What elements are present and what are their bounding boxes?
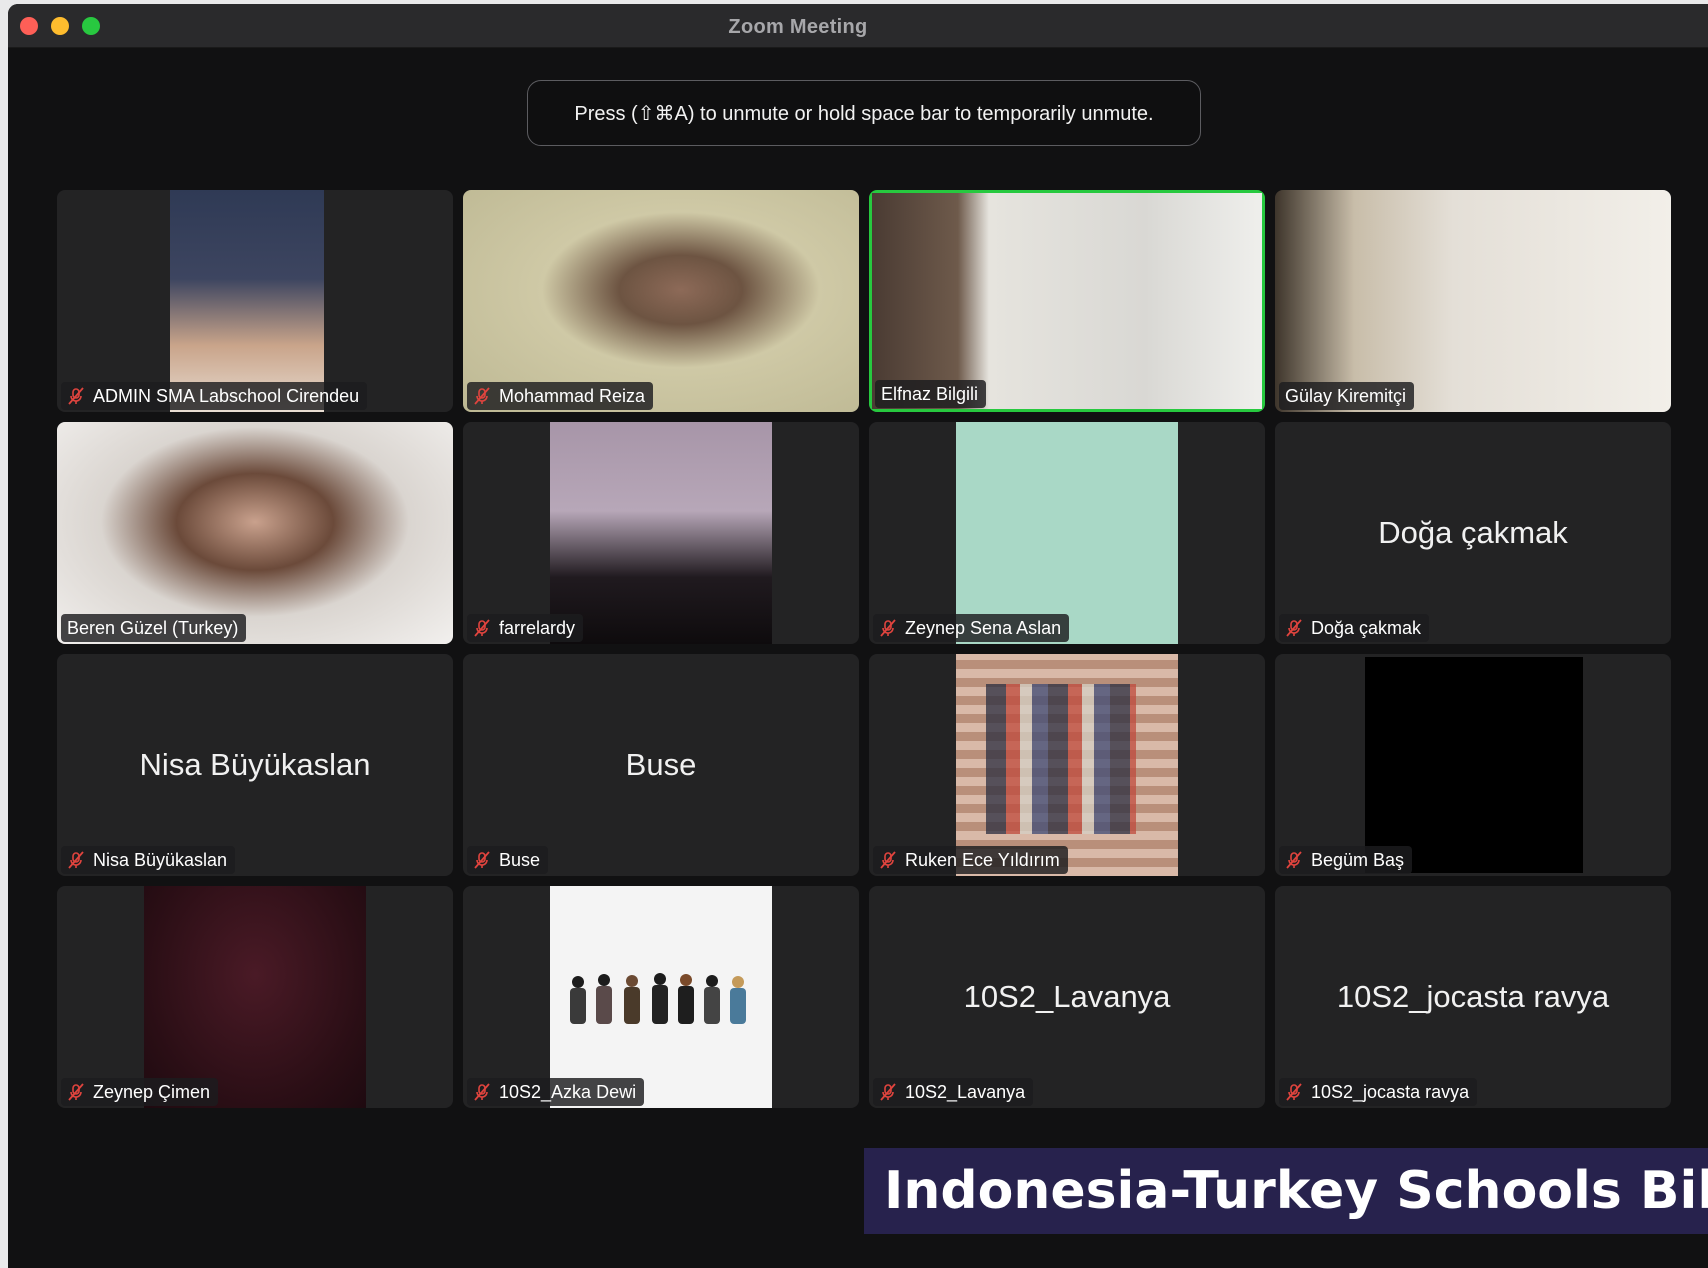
participant-name-tag: Mohammad Reiza (467, 382, 654, 410)
participant-name: Doğa çakmak (1311, 617, 1422, 638)
participant-tile[interactable]: 10S2_jocasta ravya 10S2_jocasta ravya (1275, 886, 1671, 1108)
participant-tile[interactable]: Zeynep Çimen (57, 886, 453, 1108)
participant-display-name: Nisa Büyükaslan (139, 747, 371, 782)
participant-name: Zeynep Sena Aslan (905, 617, 1062, 638)
participant-name-tag: 10S2_jocasta ravya (1279, 1078, 1478, 1106)
participant-name-tag: Elfnaz Bilgili (875, 380, 987, 408)
participant-tile-active-speaker[interactable]: Elfnaz Bilgili (869, 190, 1265, 412)
participant-name: Elfnaz Bilgili (881, 383, 979, 404)
participant-video (170, 190, 324, 412)
participant-tile[interactable]: ADMIN SMA Labschool Cirendeu (57, 190, 453, 412)
muted-mic-icon (68, 851, 84, 869)
muted-mic-icon (880, 851, 896, 869)
participant-name-tag: 10S2_Lavanya (873, 1078, 1034, 1106)
participant-display-name: 10S2_jocasta ravya (1336, 979, 1610, 1014)
participant-name: Gülay Kiremitçi (1285, 385, 1407, 406)
participant-name-tag: Zeynep Sena Aslan (873, 614, 1070, 642)
unmute-hint-toast: Press (⇧⌘A) to unmute or hold space bar … (527, 80, 1201, 146)
participant-name-tag: Doğa çakmak (1279, 614, 1430, 642)
muted-mic-icon (880, 1083, 896, 1101)
participant-video (144, 886, 366, 1108)
participant-tile[interactable]: Beren Güzel (Turkey) (57, 422, 453, 644)
participant-name: Nisa Büyükaslan (93, 849, 228, 870)
muted-mic-icon (1286, 851, 1302, 869)
participant-video (956, 654, 1178, 876)
participant-name-tag: Buse (467, 846, 549, 874)
participant-name-tag: Nisa Büyükaslan (61, 846, 236, 874)
muted-mic-icon (474, 851, 490, 869)
participant-name: 10S2_jocasta ravya (1311, 1081, 1470, 1102)
participant-name: farrelardy (499, 617, 576, 638)
participant-name: Buse (499, 849, 541, 870)
participant-tile[interactable]: Ruken Ece Yıldırım (869, 654, 1265, 876)
participant-tile[interactable]: 10S2_Azka Dewi (463, 886, 859, 1108)
participant-tile[interactable]: Nisa Büyükaslan Nisa Büyükaslan (57, 654, 453, 876)
participant-video (57, 422, 453, 644)
participant-name-tag: Ruken Ece Yıldırım (873, 846, 1068, 874)
participant-tile[interactable]: Begüm Baş (1275, 654, 1671, 876)
muted-mic-icon (68, 387, 84, 405)
muted-mic-icon (1286, 619, 1302, 637)
participant-name: Ruken Ece Yıldırım (905, 849, 1060, 870)
participant-name: Begüm Baş (1311, 849, 1405, 870)
participant-display-name: Buse (625, 747, 697, 782)
participant-tile[interactable]: Zeynep Sena Aslan (869, 422, 1265, 644)
participant-name: ADMIN SMA Labschool Cirendeu (93, 385, 360, 406)
window-title: Zoom Meeting (728, 16, 868, 38)
muted-mic-icon (1286, 1083, 1302, 1101)
participant-display-name: Doğa çakmak (1378, 515, 1568, 550)
participant-video (956, 422, 1178, 644)
muted-mic-icon (880, 619, 896, 637)
participant-name-tag: Beren Güzel (Turkey) (61, 614, 247, 642)
participant-tile[interactable]: Gülay Kiremitçi (1275, 190, 1671, 412)
participant-video (550, 422, 772, 644)
participant-name-tag: farrelardy (467, 614, 584, 642)
participant-video (1365, 657, 1583, 873)
muted-mic-icon (68, 1083, 84, 1101)
participant-name: 10S2_Azka Dewi (499, 1081, 637, 1102)
participant-name-tag: 10S2_Azka Dewi (467, 1078, 645, 1106)
participant-name: Beren Güzel (Turkey) (67, 617, 239, 638)
participant-video (550, 886, 772, 1108)
participant-tile[interactable]: Doğa çakmak Doğa çakmak (1275, 422, 1671, 644)
participant-name-tag: ADMIN SMA Labschool Cirendeu (61, 382, 368, 410)
participant-name-tag: Gülay Kiremitçi (1279, 382, 1415, 410)
participant-name: 10S2_Lavanya (905, 1081, 1026, 1102)
group-illustration (570, 973, 746, 1024)
muted-mic-icon (474, 387, 490, 405)
participant-tile[interactable]: 10S2_Lavanya 10S2_Lavanya (869, 886, 1265, 1108)
event-caption-banner: Indonesia-Turkey Schools Bilater (864, 1148, 1708, 1234)
participant-video (872, 193, 1262, 409)
participant-tile[interactable]: Buse Buse (463, 654, 859, 876)
participant-tile[interactable]: farrelardy (463, 422, 859, 644)
muted-mic-icon (474, 619, 490, 637)
participant-tile[interactable]: Mohammad Reiza (463, 190, 859, 412)
participant-name: Zeynep Çimen (93, 1081, 211, 1102)
participant-name: Mohammad Reiza (499, 385, 646, 406)
muted-mic-icon (474, 1083, 490, 1101)
participant-name-tag: Begüm Baş (1279, 846, 1413, 874)
participant-name-tag: Zeynep Çimen (61, 1078, 219, 1106)
zoom-window: Zoom Meeting Press (⇧⌘A) to unmute or ho… (8, 4, 1708, 1268)
title-bar: Zoom Meeting (8, 4, 1708, 48)
participant-display-name: 10S2_Lavanya (963, 979, 1171, 1014)
participant-video (463, 190, 859, 412)
participant-video (1275, 190, 1671, 412)
